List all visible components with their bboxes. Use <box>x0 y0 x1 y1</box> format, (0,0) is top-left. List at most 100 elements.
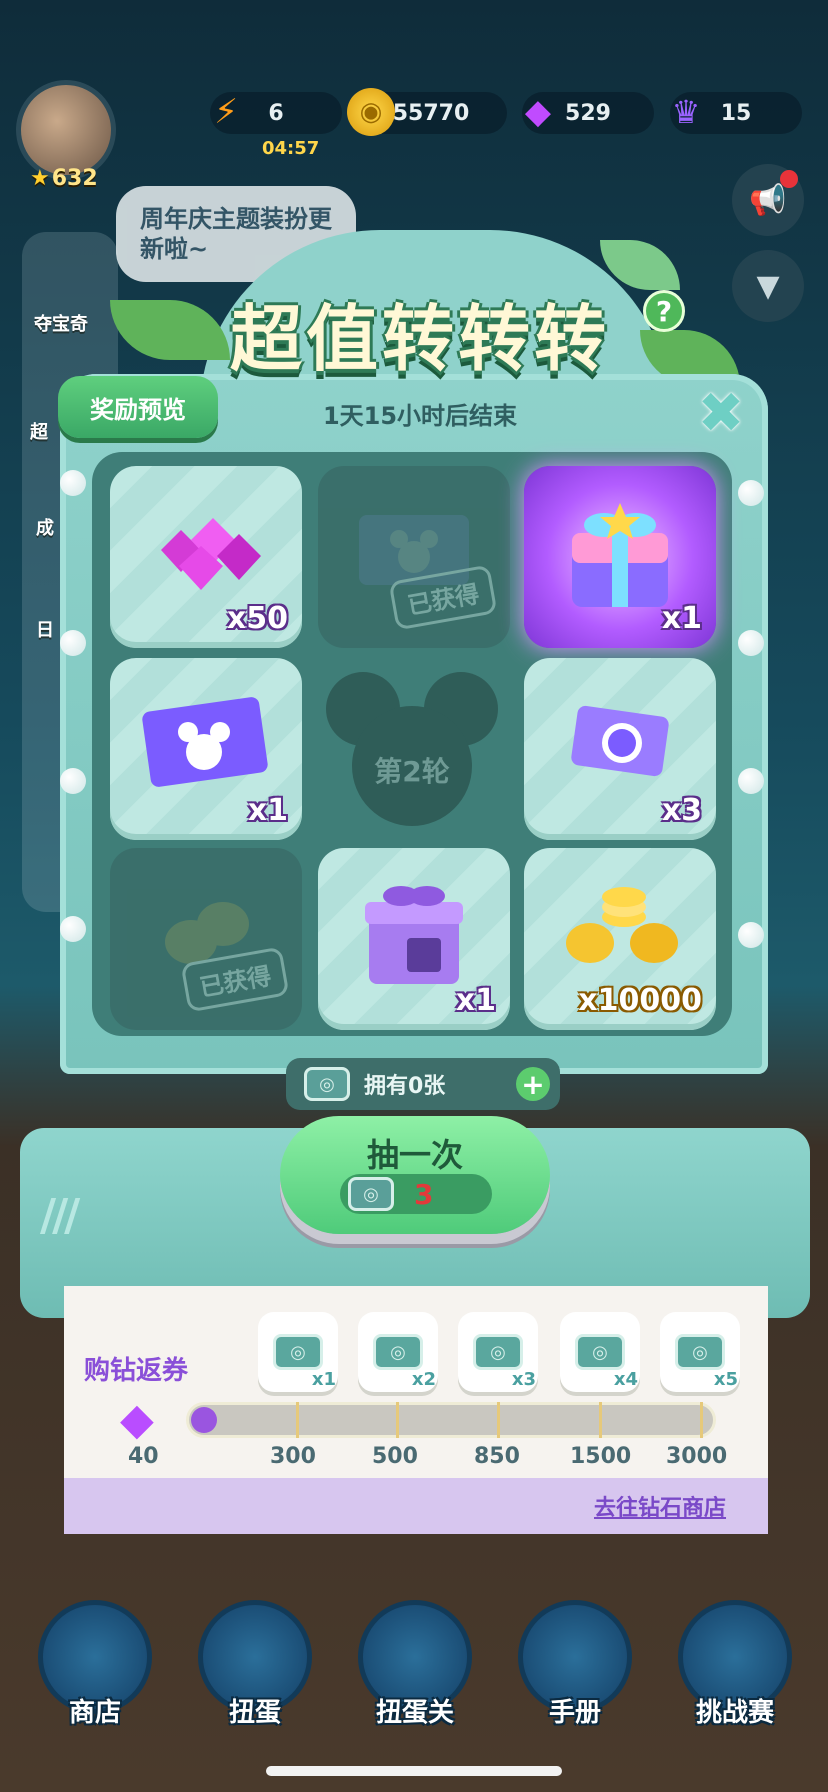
help-button[interactable]: ? <box>643 290 685 332</box>
draw-cost: ◎ 3 <box>340 1174 492 1214</box>
milestone-reward[interactable]: ◎ x4 <box>560 1312 640 1392</box>
notification-dot <box>780 170 798 188</box>
peg <box>738 768 764 794</box>
peg <box>60 916 86 942</box>
event-end-time: 1天15小时后结束 <box>322 402 518 430</box>
diamond-icon: ◆ <box>120 1394 154 1445</box>
gem-counter[interactable]: ◆ 529 <box>522 92 654 134</box>
peg <box>738 480 764 506</box>
milestone-reward[interactable]: ◎ x2 <box>358 1312 438 1392</box>
milestone-amount: 850 <box>474 1444 520 1469</box>
milestone-reward[interactable]: ◎ x5 <box>660 1312 740 1392</box>
nav-shop[interactable]: 商店 <box>30 1600 160 1740</box>
nav-label: 扭蛋 <box>228 1698 281 1728</box>
prize-quantity: x1 <box>455 983 496 1018</box>
coin-icon: ◉ <box>347 88 395 136</box>
peg <box>60 470 86 496</box>
milestone-reward-qty: x5 <box>713 1369 738 1390</box>
milestone-amount: 300 <box>270 1444 316 1469</box>
close-button[interactable]: ✖ <box>692 381 750 446</box>
star-icon: ★ <box>30 166 50 191</box>
draw-label: 抽一次 <box>366 1136 463 1174</box>
prize-tile-ssr-box: x1 <box>524 466 716 648</box>
energy-counter[interactable]: ⚡ 6 <box>210 92 342 134</box>
home-indicator <box>266 1766 562 1776</box>
add-ticket-button[interactable]: + <box>516 1067 550 1101</box>
diamond-progress-bar <box>186 1402 716 1438</box>
announcement-button[interactable]: 📢 <box>732 164 804 236</box>
scan-ticket-icon <box>571 705 669 776</box>
gift-box-icon <box>572 502 668 607</box>
nav-gacha[interactable]: 扭蛋 <box>190 1600 320 1740</box>
crown-counter[interactable]: ♛ 15 <box>670 92 802 134</box>
ticket-icon: ◎ <box>373 1334 423 1370</box>
milestone-amount: 1500 <box>570 1444 632 1469</box>
nav-label: 手册 <box>548 1698 601 1728</box>
ticket-icon: ◎ <box>473 1334 523 1370</box>
mystery-box-icon <box>365 885 463 984</box>
left-menu-item[interactable]: 成 <box>36 514 54 540</box>
event-title: 超值转转转 <box>229 297 610 381</box>
prize-quantity: x1 <box>661 601 702 636</box>
ticket-icon: ◎ <box>575 1334 625 1370</box>
owned-tickets-bar: ◎ 拥有0张 + <box>286 1058 560 1110</box>
lightning-icon: ⚡ <box>214 92 238 132</box>
peg <box>60 768 86 794</box>
milestone-reward-qty: x4 <box>613 1369 638 1390</box>
crown-value: 15 <box>720 100 752 126</box>
ticket-icon: ◎ <box>273 1334 323 1370</box>
milestone-amount: 3000 <box>666 1444 728 1469</box>
nav-gacha-level[interactable]: 扭蛋关 <box>350 1600 480 1740</box>
player-level: ★632 <box>30 166 98 191</box>
milestone-reward[interactable]: ◎ x3 <box>458 1312 538 1392</box>
left-menu-item[interactable]: 超 <box>30 418 48 444</box>
player-avatar[interactable] <box>16 80 116 180</box>
milestone-amount: 500 <box>372 1444 418 1469</box>
decorative-stripes: /// <box>40 1190 80 1241</box>
gem-cluster-icon <box>161 517 261 590</box>
ticket-icon: ◎ <box>304 1067 350 1101</box>
diamond-progress-fill <box>191 1407 217 1433</box>
energy-value: 6 <box>268 100 284 126</box>
prize-quantity: x10000 <box>578 983 702 1018</box>
prize-quantity: x50 <box>226 601 288 636</box>
gem-value: 529 <box>565 100 611 126</box>
milestone-tick <box>296 1402 299 1438</box>
left-menu-item[interactable]: 日 <box>36 616 54 642</box>
current-diamonds: 40 <box>128 1444 159 1469</box>
ticket-icon: ◎ <box>675 1334 725 1370</box>
prize-tile-card: x1 <box>110 658 302 840</box>
close-icon: ✖ <box>697 380 745 446</box>
prize-tile-card-obtained: 已获得 <box>318 466 510 648</box>
mickey-card-icon <box>142 696 268 787</box>
prize-tile-coins: x10000 <box>524 848 716 1030</box>
prize-tile-coins-obtained: 已获得 <box>110 848 302 1030</box>
draw-once-button[interactable]: 抽一次 ◎ 3 <box>280 1116 550 1234</box>
diamond-shop-link[interactable]: 去往钻石商店 <box>594 1490 726 1522</box>
owned-count: 拥有0张 <box>364 1074 446 1099</box>
prize-tile-gems: x50 <box>110 466 302 648</box>
nav-label: 扭蛋关 <box>375 1698 454 1728</box>
energy-timer: 04:57 <box>262 138 320 159</box>
round-label: 第2轮 <box>374 755 450 788</box>
milestone-reward[interactable]: ◎ x1 <box>258 1312 338 1392</box>
coin-value: 55770 <box>392 100 470 126</box>
peg <box>60 630 86 656</box>
chevron-down-icon: ▼ <box>756 268 780 304</box>
coin-counter[interactable]: ◉ 55770 <box>347 88 507 136</box>
crown-icon: ♛ <box>671 93 701 131</box>
nav-handbook[interactable]: 手册 <box>510 1600 640 1740</box>
draw-cost-value: 3 <box>414 1177 434 1211</box>
left-menu-item[interactable]: 夺宝奇 <box>34 310 88 336</box>
prize-quantity: x1 <box>247 793 288 828</box>
prize-quantity: x3 <box>661 793 702 828</box>
expand-button[interactable]: ▼ <box>732 250 804 322</box>
top-hud: ★632 ⚡ 6 04:57 ◉ 55770 ◆ 529 ♛ 15 <box>0 0 828 220</box>
ticket-icon: ◎ <box>348 1177 394 1211</box>
diamond-reward-title: 购钻返券 <box>84 1356 189 1386</box>
nav-challenge[interactable]: 挑战赛 <box>670 1600 800 1740</box>
prize-tile-scan-ticket: x3 <box>524 658 716 840</box>
nav-label: 商店 <box>68 1698 121 1728</box>
reward-preview-button[interactable]: 奖励预览 <box>58 376 218 438</box>
coin-stack-icon <box>566 886 678 963</box>
